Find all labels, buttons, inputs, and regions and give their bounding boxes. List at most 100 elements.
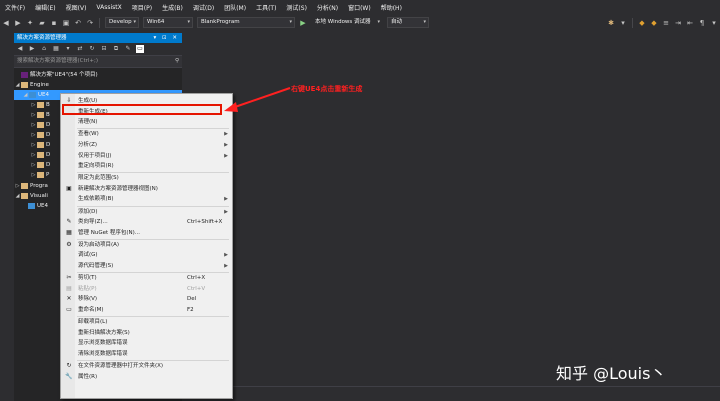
menu-item[interactable]: 测试(S) — [281, 3, 312, 12]
context-menu-item[interactable]: 限定为此范围(S) — [61, 173, 232, 183]
switch-views-icon[interactable]: ▦ — [52, 45, 60, 53]
menu-item[interactable]: 窗口(W) — [343, 3, 376, 12]
expand-arrow-icon[interactable]: ◢ — [22, 90, 29, 100]
search-input[interactable]: 搜索解决方案资源管理器(Ctrl+;) — [14, 58, 98, 64]
menu-item[interactable]: 视图(V) — [61, 3, 92, 12]
context-menu-item[interactable]: 源代码管理(S) ▶ — [61, 261, 232, 271]
debug-mode-select[interactable]: 自动 ▾ — [387, 17, 429, 28]
chevron-down-icon: ▾ — [187, 19, 190, 25]
context-menu-item[interactable]: 重新扫描解决方案(S) — [61, 328, 232, 338]
expand-arrow-icon[interactable]: ▷ — [30, 110, 37, 120]
menu-item-label: 清除浏览数据库错误 — [78, 350, 128, 357]
context-menu-item[interactable]: ↻ 在文件资源管理器中打开文件夹(X) — [61, 361, 232, 371]
menu-item[interactable]: VAssistX — [91, 4, 126, 11]
menu-item-icon: ▤ — [66, 284, 72, 292]
context-menu-item[interactable]: ✂ 剪切(T) Ctrl+X — [61, 273, 232, 283]
context-menu-item[interactable]: ▦ 管理 NuGet 程序包(N)... — [61, 228, 232, 238]
find-icon[interactable]: ▾ — [619, 19, 627, 27]
outdent-icon[interactable]: ⇤ — [686, 19, 694, 27]
collapse-all-icon[interactable]: ⊟ — [100, 45, 108, 53]
properties-icon[interactable]: ✎ — [124, 45, 132, 53]
menu-item[interactable]: 编辑(E) — [30, 3, 60, 12]
refresh-icon[interactable]: ↻ — [88, 45, 96, 53]
context-menu-item[interactable]: 重定向项目(R) — [61, 161, 232, 171]
back-icon[interactable]: ◀ — [2, 19, 10, 27]
context-menu-item[interactable]: 查看(W) ▶ — [61, 129, 232, 139]
context-menu-item[interactable]: ⚙ 设为启动项目(A) — [61, 240, 232, 250]
context-menu-item[interactable]: 🔧 属性(R) — [61, 372, 232, 382]
context-menu-item[interactable]: 清除浏览数据库错误 — [61, 349, 232, 359]
pending-changes-icon[interactable]: ▾ — [64, 45, 72, 53]
home-icon[interactable]: ⌂ — [40, 45, 48, 53]
sync-icon[interactable]: ⇄ — [76, 45, 84, 53]
open-icon[interactable]: ▰ — [38, 19, 46, 27]
expand-arrow-icon[interactable]: ▷ — [30, 120, 37, 130]
context-menu-item[interactable]: ▭ 重命名(M) F2 — [61, 305, 232, 315]
save-all-icon[interactable]: ▣ — [62, 19, 70, 27]
format-icon[interactable]: ¶ — [698, 19, 706, 27]
expand-arrow-icon[interactable]: ▷ — [30, 130, 37, 140]
expand-arrow-icon[interactable]: ▷ — [30, 160, 37, 170]
context-menu-item[interactable]: 仅用于项目(J) ▶ — [61, 151, 232, 161]
menu-item[interactable]: 生成(B) — [157, 3, 188, 12]
context-menu-item[interactable]: 添加(D) ▶ — [61, 207, 232, 217]
expand-arrow-icon[interactable]: ▷ — [30, 100, 37, 110]
context-menu-item[interactable]: 清理(N) — [61, 117, 232, 127]
config-select[interactable]: Develop ▾ — [105, 17, 139, 28]
menu-item[interactable]: 工具(T) — [251, 3, 281, 12]
indent-icon[interactable]: ⇥ — [674, 19, 682, 27]
expand-arrow-icon[interactable]: ▷ — [30, 150, 37, 160]
comment-icon[interactable]: ≡ — [662, 19, 670, 27]
menu-item[interactable]: 文件(F) — [0, 3, 30, 12]
context-menu-item[interactable]: 调试(G) ▶ — [61, 250, 232, 260]
menu-item[interactable]: 分析(N) — [312, 3, 343, 12]
back-icon[interactable]: ◀ — [16, 45, 24, 53]
expand-arrow-icon[interactable]: ▷ — [30, 170, 37, 180]
tree-item-label: B — [46, 102, 50, 108]
rebuild-icon[interactable]: ◆ — [650, 19, 658, 27]
toolbar-options-icon[interactable]: ▾ — [710, 19, 718, 27]
expand-arrow-icon[interactable]: ▷ — [14, 181, 21, 191]
play-icon[interactable]: ▶ — [299, 19, 307, 27]
context-menu-item[interactable]: ▣ 新建解决方案资源管理器视图(N) — [61, 184, 232, 194]
context-menu-item[interactable]: 生成依赖项(B) ▶ — [61, 194, 232, 204]
redo-icon[interactable]: ↷ — [86, 19, 94, 27]
menu-item-label: 显示浏览数据库错误 — [78, 340, 128, 347]
new-project-icon[interactable]: ✦ — [26, 19, 34, 27]
context-menu-item[interactable]: ✕ 移除(V) Del — [61, 294, 232, 304]
build-icon[interactable]: ◆ — [638, 19, 646, 27]
save-icon[interactable]: ▪ — [50, 19, 58, 27]
platform-select[interactable]: Win64 ▾ — [143, 17, 193, 28]
debugger-button[interactable]: 本地 Windows 调试器 ▾ — [311, 17, 383, 28]
tree-item-solution[interactable]: 解决方案"UE4"(54 个项目) — [14, 70, 182, 80]
menu-item-label: 粘贴(P) — [78, 285, 97, 292]
expand-arrow-icon[interactable]: ◢ — [14, 191, 21, 201]
tree-item-engine[interactable]: ◢ Engine — [14, 80, 182, 90]
menu-item[interactable]: 团队(M) — [219, 3, 251, 12]
forward-icon[interactable]: ▶ — [14, 19, 22, 27]
undo-icon[interactable]: ↶ — [74, 19, 82, 27]
toolbar: ◀ ▶ ✦ ▰ ▪ ▣ ↶ ↷ Develop ▾ Win64 ▾ BlankPro… — [0, 15, 720, 30]
tree-item-label: D — [46, 142, 51, 148]
solution-search-box[interactable]: 搜索解决方案资源管理器(Ctrl+;) ⚲ — [14, 55, 182, 68]
forward-icon[interactable]: ▶ — [28, 45, 36, 53]
search-icon[interactable]: ⚲ — [175, 56, 179, 67]
context-menu-item[interactable]: 卸载项目(L) — [61, 317, 232, 327]
context-menu-item[interactable]: ▤ 粘贴(P) Ctrl+V — [61, 284, 232, 294]
startup-project-select[interactable]: BlankProgram ▾ — [197, 17, 295, 28]
menu-item-label: 重命名(M) — [78, 306, 104, 313]
expand-arrow-icon[interactable]: ▷ — [30, 140, 37, 150]
expand-arrow-icon[interactable]: ◢ — [14, 80, 21, 90]
menu-item-shortcut: Ctrl+X — [187, 275, 206, 282]
bookmark-icon[interactable]: ✱ — [607, 19, 615, 27]
menu-item[interactable]: 帮助(H) — [376, 3, 407, 12]
panel-window-controls[interactable]: ▾ ⊡ ✕ — [154, 33, 179, 43]
context-menu: ⇩ 生成(U) 重新生成(E) 清理(N) 查看(W) ▶ 分析(Z) ▶ 仅用于项目(J) ▶ 重… — [60, 93, 233, 399]
menu-item[interactable]: 调试(D) — [188, 3, 219, 12]
show-all-files-icon[interactable]: ⧉ — [112, 45, 120, 53]
context-menu-item[interactable]: ✎ 类向导(Z)... Ctrl+Shift+X — [61, 217, 232, 227]
preview-icon[interactable]: ▭ — [136, 45, 144, 53]
menu-item[interactable]: 项目(P) — [127, 3, 157, 12]
context-menu-item[interactable]: 分析(Z) ▶ — [61, 140, 232, 150]
context-menu-item[interactable]: 显示浏览数据库错误 — [61, 338, 232, 348]
